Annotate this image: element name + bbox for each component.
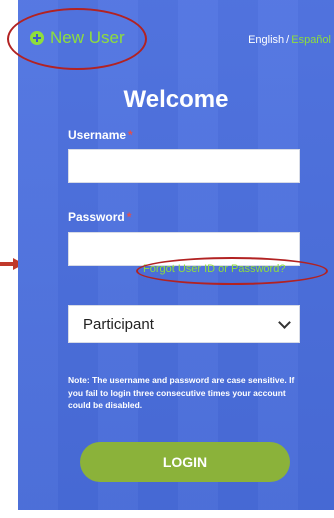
role-select[interactable]: Participant (68, 305, 300, 343)
page-title: Welcome (123, 86, 229, 113)
login-panel: New User English / Español Welcome Usernam… (18, 0, 334, 510)
annotation-circle-new-user (7, 8, 147, 70)
required-mark: * (126, 210, 132, 224)
language-switch: English / Español (248, 34, 331, 46)
username-label: Username * (68, 128, 133, 142)
lang-spanish-link[interactable]: Español (291, 34, 331, 46)
lang-english-link[interactable]: English (248, 34, 284, 46)
password-label: Password * (68, 210, 131, 224)
case-sensitivity-note: Note: The username and password are case… (68, 375, 295, 410)
chevron-down-icon (278, 315, 291, 329)
required-mark: * (128, 128, 133, 142)
username-label-text: Username (68, 128, 127, 142)
annotation-circle-forgot (136, 257, 328, 285)
username-input[interactable] (68, 149, 300, 183)
password-label-text: Password (68, 210, 125, 224)
role-select-value: Participant (83, 315, 154, 333)
lang-separator: / (286, 34, 290, 46)
login-button[interactable]: LOGIN (80, 442, 290, 482)
